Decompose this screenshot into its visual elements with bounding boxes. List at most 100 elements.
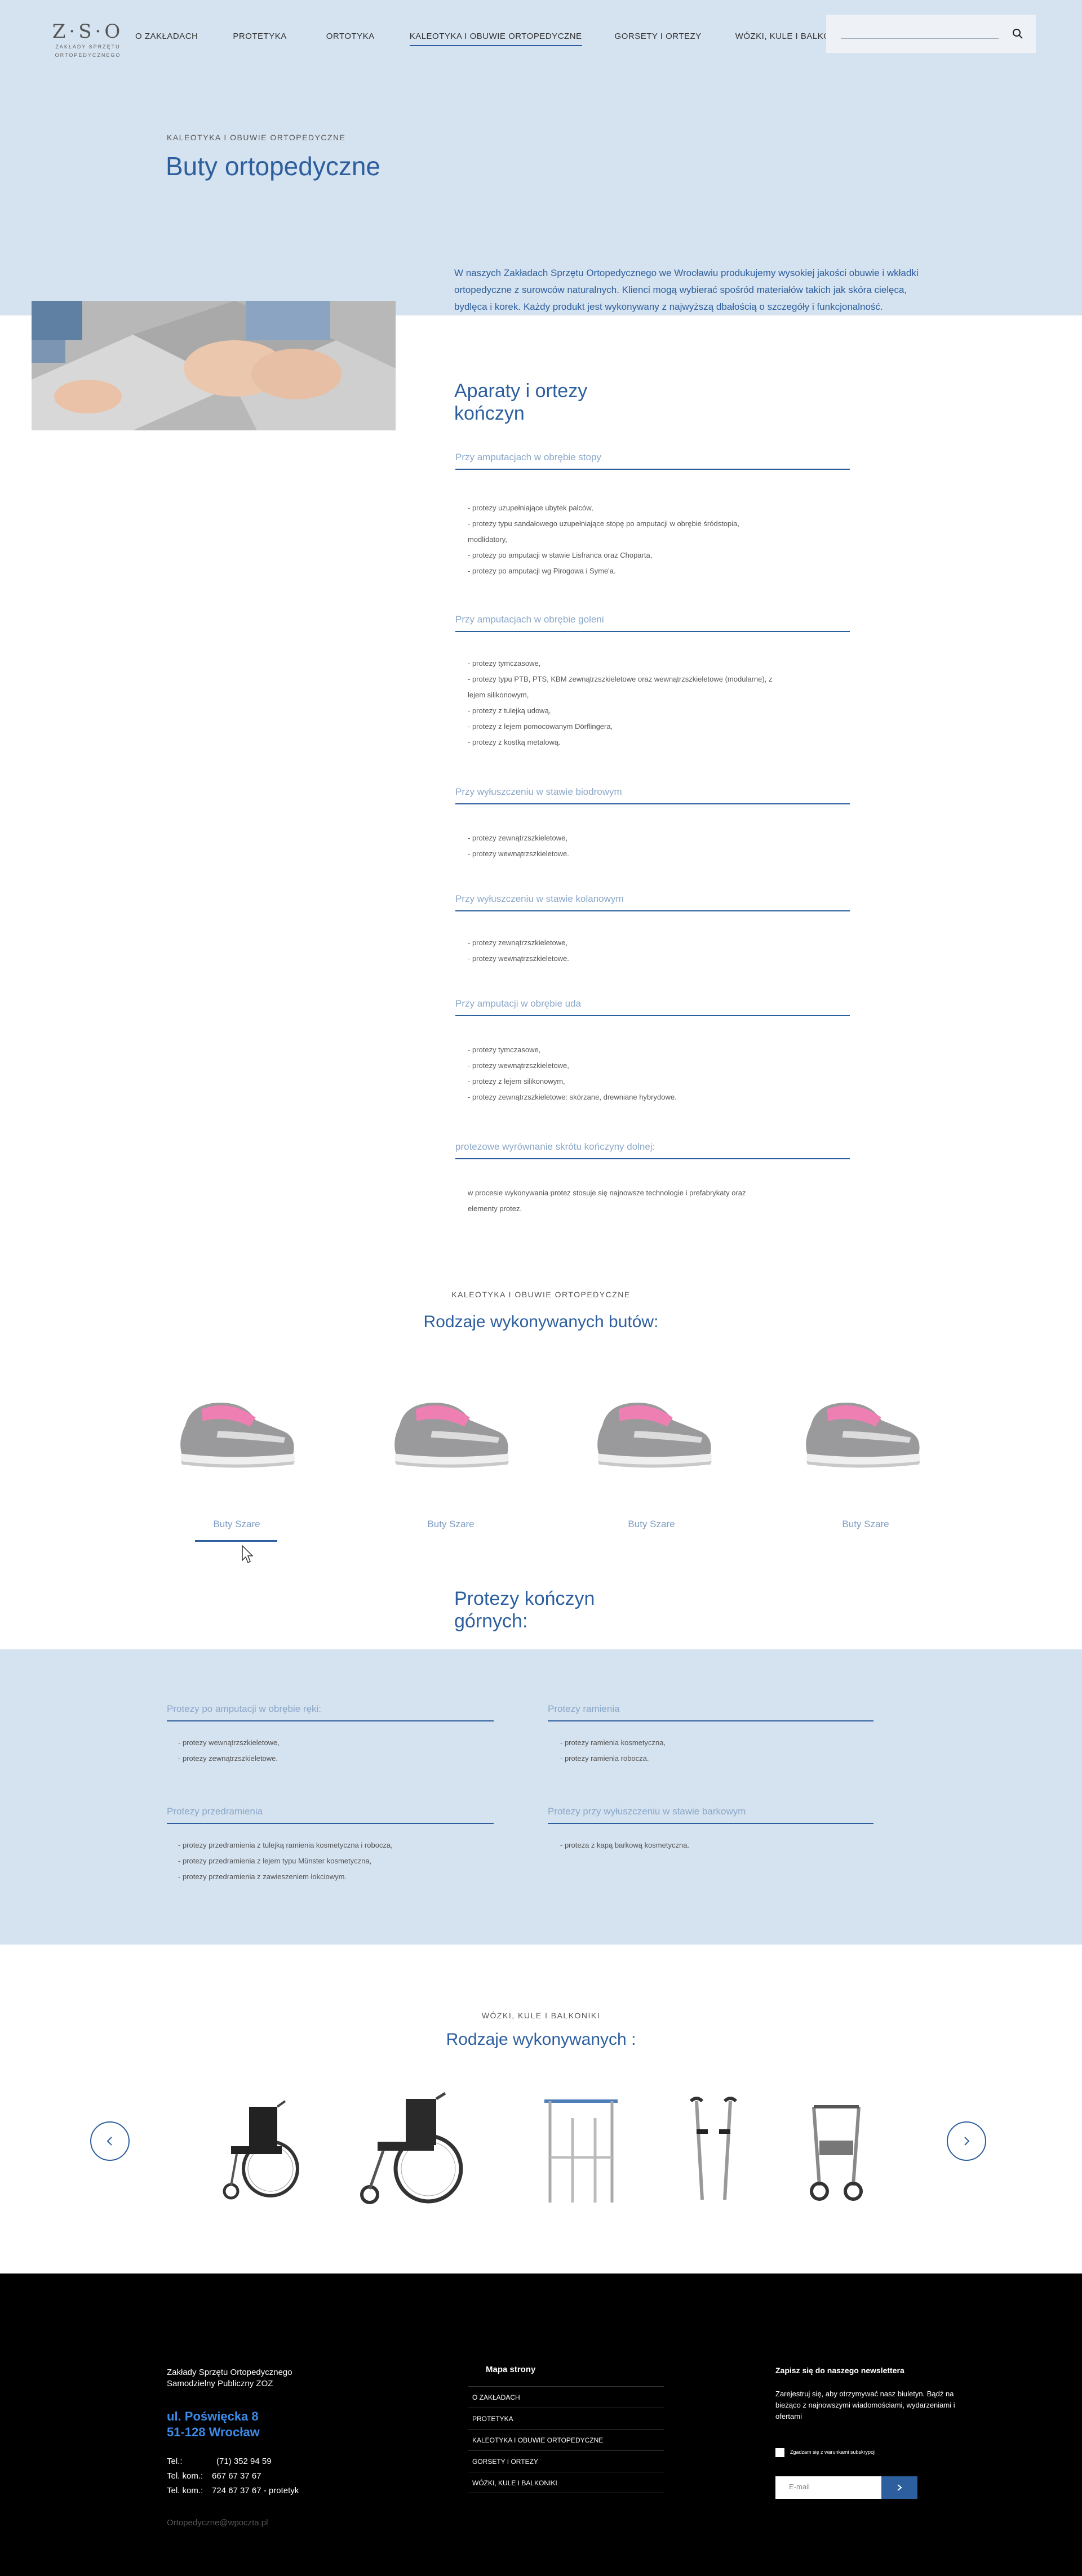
- carousel-prev-button[interactable]: [90, 2121, 130, 2161]
- mobile-value[interactable]: 667 67 37 67: [212, 2471, 261, 2481]
- nav-item-o-zakladach[interactable]: O ZAKŁADACH: [135, 29, 198, 46]
- chevron-left-icon: [107, 2137, 112, 2146]
- upper-limbs-band: [0, 1649, 1082, 1945]
- shoe-image-1[interactable]: [169, 1391, 304, 1476]
- sitemap-item-protetyka[interactable]: PROTETYKA: [468, 2408, 664, 2429]
- list-item: - protezy wewnątrzszkieletowe.: [468, 954, 569, 963]
- sitemap-item-wozki[interactable]: WÓZKI, KULE I BALKONIKI: [468, 2472, 664, 2493]
- mobility-category: WÓZKI, KULE I BALKONIKI: [481, 2011, 601, 2020]
- accordion-list-golen: - protezy tymczasowe, - protezy typu PTB…: [468, 656, 851, 750]
- search-input[interactable]: [841, 38, 999, 39]
- consent-checkbox[interactable]: [775, 2448, 784, 2457]
- logo[interactable]: Z·S·O ZAKŁADY SPRZĘTU ORTOPEDYCZNEGO: [48, 21, 127, 59]
- accordion-list-bark: - proteza z kapą barkową kosmetyczna.: [560, 1838, 876, 1853]
- section-title-upper-limbs: Protezy kończyn górnych:: [454, 1587, 595, 1632]
- list-item: w procesie wykonywania protez stosuje si…: [468, 1189, 746, 1197]
- list-item: - protezy zewnątrzszkieletowe,: [468, 834, 568, 842]
- list-item: - protezy po amputacji w stawie Lisfranc…: [468, 551, 653, 559]
- list-item: elementy protez.: [468, 1204, 522, 1213]
- mobile-value[interactable]: 724 67 37 67 - protetyk: [212, 2486, 299, 2495]
- nav-item-protetyka[interactable]: PROTETYKA: [233, 29, 286, 46]
- accordion-list-ramie: - protezy ramienia kosmetyczna, - protez…: [560, 1735, 876, 1767]
- accordion-heading-golen[interactable]: Przy amputacjach w obrębie goleni: [455, 614, 850, 632]
- accordion-heading-reka[interactable]: Protezy po amputacji w obrębie ręki:: [167, 1703, 494, 1721]
- list-item: - protezy po amputacji wg Pirogowa i Sym…: [468, 567, 616, 575]
- nav-item-ortotyka[interactable]: ORTOTYKA: [326, 29, 375, 46]
- sitemap-item-gorsety[interactable]: GORSETY I ORTEZY: [468, 2450, 664, 2472]
- shoe-image-2[interactable]: [383, 1391, 518, 1476]
- footer-company-line-2: Samodzielny Publiczny ZOZ: [167, 2379, 273, 2388]
- phone-value[interactable]: (71) 352 94 59: [216, 2457, 272, 2466]
- wheelchair-image-1[interactable]: [214, 2095, 310, 2203]
- accordion-heading-przedramie[interactable]: Protezy przedramienia: [167, 1806, 494, 1824]
- accordion-list-reka: - protezy wewnątrzszkieletowe, - protezy…: [178, 1735, 494, 1767]
- crutches-image[interactable]: [680, 2095, 747, 2203]
- list-item: - proteza z kapą barkową kosmetyczna.: [560, 1841, 690, 1849]
- list-item: - protezy zewnątrzszkieletowe.: [178, 1754, 278, 1763]
- list-item: - protezy tymczasowe,: [468, 1045, 541, 1054]
- accordion-heading-wyrownanie[interactable]: protezowe wyrównanie skrótu kończyny dol…: [455, 1141, 850, 1159]
- shoe-image-4[interactable]: [795, 1391, 930, 1476]
- mobile-label: Tel. kom.:: [167, 2486, 203, 2495]
- section-title-line-2: górnych:: [454, 1610, 528, 1632]
- accordion-heading-bark[interactable]: Protezy przy wyłuszczeniu w stawie barko…: [548, 1806, 873, 1824]
- list-item: - protezy z tulejką udową,: [468, 706, 551, 715]
- accordion-heading-biodro[interactable]: Przy wyłuszczeniu w stawie biodrowym: [455, 786, 850, 804]
- consent-label: Zgadzam się z warunkami subskrypcji: [790, 2449, 876, 2455]
- chevron-right-icon: [964, 2137, 970, 2146]
- footer-street: ul. Poświęcka 8: [167, 2409, 259, 2423]
- shoe-label[interactable]: Buty Szare: [798, 1519, 933, 1530]
- list-item: - protezy z lejem silikonowym,: [468, 1077, 565, 1085]
- footer-company: Zakłady Sprzętu Ortopedycznego Samodziel…: [167, 2367, 292, 2390]
- accordion-heading-udo[interactable]: Przy amputacji w obrębie uda: [455, 998, 850, 1016]
- footer-address: ul. Poświęcka 8 51-128 Wrocław: [167, 2409, 260, 2440]
- shoe-label[interactable]: Buty Szare: [584, 1519, 719, 1530]
- footer-email[interactable]: Ortopedyczne@wpoczta.pl: [167, 2518, 268, 2528]
- footer-city: 51-128 Wrocław: [167, 2425, 260, 2439]
- list-item: - protezy ramienia robocza.: [560, 1754, 649, 1763]
- nav-item-kaleotyka[interactable]: KALEOTYKA I OBUWIE ORTOPEDYCZNE: [409, 29, 582, 46]
- walking-frame-image[interactable]: [539, 2090, 623, 2208]
- shoe-label[interactable]: Buty Szare: [169, 1519, 304, 1530]
- list-item: - protezy z kostką metalową.: [468, 738, 561, 746]
- sitemap-list: O ZAKŁADACH PROTETYKA KALEOTYKA I OBUWIE…: [468, 2386, 664, 2493]
- chevron-right-icon: [897, 2484, 902, 2491]
- carousel-next-button[interactable]: [947, 2121, 986, 2161]
- rollator-image[interactable]: [797, 2095, 881, 2203]
- newsletter-email-input[interactable]: E-mail: [775, 2476, 884, 2499]
- list-item: modlidatory,: [468, 535, 507, 544]
- sitemap-item-kaleotyka[interactable]: KALEOTYKA I OBUWIE ORTOPEDYCZNE: [468, 2429, 664, 2450]
- accordion-heading-stopa[interactable]: Przy amputacjach w obrębie stopy: [455, 452, 850, 470]
- newsletter-text: Zarejestruj się, aby otrzymywać nasz biu…: [775, 2390, 955, 2421]
- list-item: - protezy tymczasowe,: [468, 659, 541, 668]
- mouse-cursor-icon: [242, 1545, 254, 1564]
- sitemap-item-o-zakladach[interactable]: O ZAKŁADACH: [468, 2386, 664, 2408]
- wheelchair-image-2[interactable]: [349, 2090, 473, 2208]
- section-title-lower-limbs: Aparaty i ortezy kończyn: [454, 380, 587, 425]
- hero-category: KALEOTYKA I OBUWIE ORTOPEDYCZNE: [167, 133, 346, 142]
- hero-photo-feet: [32, 301, 396, 430]
- list-item: - protezy wewnątrzszkieletowe.: [468, 849, 569, 858]
- accordion-list-biodro: - protezy zewnątrzszkieletowe, - protezy…: [468, 830, 851, 862]
- search-icon[interactable]: [1012, 28, 1023, 39]
- newsletter-submit-button[interactable]: [881, 2476, 917, 2499]
- logo-subtitle-2: ORTOPEDYCZNEGO: [55, 52, 121, 58]
- logo-subtitle-1: ZAKŁADY SPRZĘTU: [55, 44, 121, 50]
- shoe-label[interactable]: Buty Szare: [383, 1519, 518, 1530]
- page-title: Buty ortopedyczne: [166, 152, 381, 181]
- shoe-image-3[interactable]: [586, 1391, 721, 1476]
- list-item: - protezy z lejem pomocowanym Dörflinger…: [468, 722, 613, 731]
- accordion-list-kolano: - protezy zewnątrzszkieletowe, - protezy…: [468, 935, 851, 967]
- section-title-line-2: kończyn: [454, 403, 525, 424]
- list-item: - protezy wewnątrzszkieletowe,: [178, 1738, 280, 1747]
- mobility-title: Rodzaje wykonywanych :: [446, 2030, 636, 2049]
- shoes-category: KALEOTYKA I OBUWIE ORTOPEDYCZNE: [451, 1290, 631, 1299]
- list-item: - protezy przedramienia z tulejką ramien…: [178, 1841, 393, 1849]
- list-item: - protezy przedramienia z lejem typu Mün…: [178, 1857, 372, 1865]
- list-item: - protezy typu PTB, PTS, KBM zewnątrzszk…: [468, 675, 773, 683]
- nav-item-gorsety[interactable]: GORSETY I ORTEZY: [615, 29, 702, 46]
- accordion-heading-ramie[interactable]: Protezy ramienia: [548, 1703, 873, 1721]
- section-title-line-1: Aparaty i ortezy: [454, 380, 588, 402]
- accordion-heading-kolano[interactable]: Przy wyłuszczeniu w stawie kolanowym: [455, 893, 850, 911]
- search-box: [826, 15, 1036, 53]
